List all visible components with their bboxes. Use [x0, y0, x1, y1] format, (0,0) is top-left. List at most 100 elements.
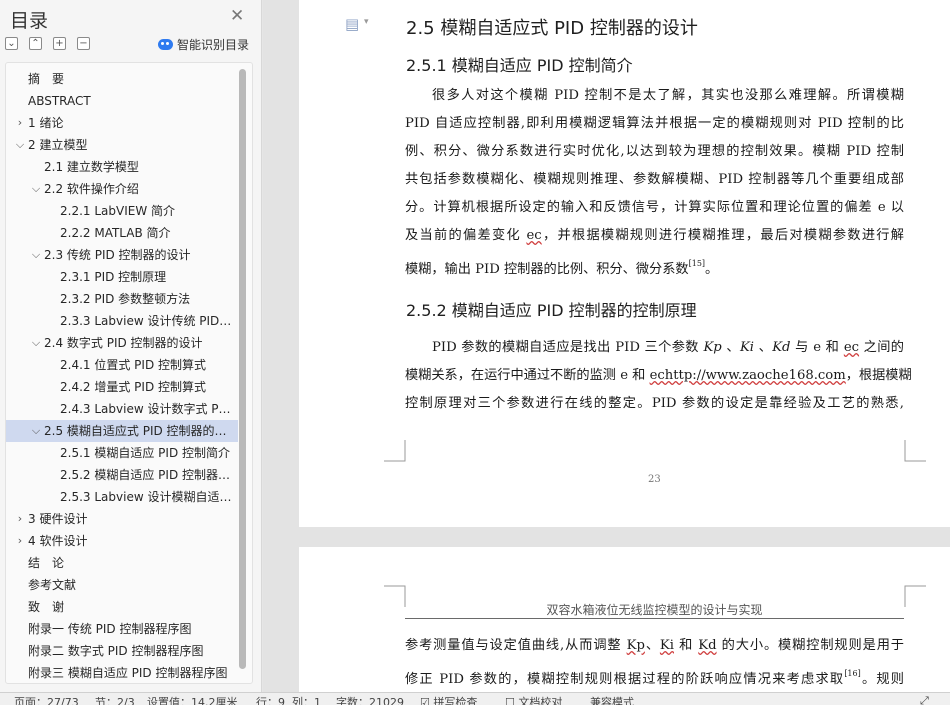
text-run: 和 — [673, 638, 699, 653]
text-run: 之间的 — [859, 340, 904, 355]
toc-item-label: ABSTRACT — [28, 94, 91, 108]
toc-item[interactable]: 2.2.2 MATLAB 简介 — [6, 222, 238, 244]
toc-item-label: 2.1 建立数学模型 — [44, 160, 139, 174]
remove-item-icon[interactable]: − — [77, 37, 90, 50]
toc-item[interactable]: ⌵ 2.4 数字式 PID 控制器的设计 — [6, 332, 238, 354]
status-doc-check[interactable]: ☐ 文档校对 — [505, 694, 562, 705]
toc-item[interactable]: 2.1 建立数学模型 — [6, 156, 238, 178]
chevron-down-icon[interactable]: ⌵ — [14, 134, 26, 156]
text-run-kd: Kd — [698, 638, 717, 653]
chevron-right-icon[interactable]: › — [14, 530, 26, 552]
status-page[interactable]: 页面：27/73 — [14, 694, 79, 705]
page-corner-mark — [384, 585, 406, 607]
toc-item[interactable]: ⌵ 2.2 软件操作介绍 — [6, 178, 238, 200]
toc-item[interactable]: 2.3.2 PID 参数整顿方法 — [6, 288, 238, 310]
toc-item[interactable]: ⌵ 2.3 传统 PID 控制器的设计 — [6, 244, 238, 266]
toc-item[interactable]: 2.5.2 模糊自适应 PID 控制器的控制原理 — [6, 464, 238, 486]
fullscreen-icon[interactable]: ⤢ — [920, 694, 929, 705]
text-run: 、 — [721, 340, 740, 355]
toc-item-label: 2.5.3 Labview 设计模糊自适应 PID 控制器 — [60, 490, 234, 504]
collapse-all-icon[interactable]: ⌄ — [5, 37, 18, 50]
paragraph-pid-intro: 很多人对这个模糊 PID 控制不是太了解，其实也没那么难理解。所谓模糊 PID … — [405, 82, 904, 284]
chevron-right-icon[interactable]: › — [14, 508, 26, 530]
toc-item[interactable]: 2.4.3 Labview 设计数字式 PID 控制器 — [6, 398, 238, 420]
math-kd: Kd — [772, 340, 791, 355]
toc-item[interactable]: 结 论 — [6, 552, 238, 574]
add-item-icon[interactable]: + — [53, 37, 66, 50]
toc-item[interactable]: 2.3.1 PID 控制原理 — [6, 266, 238, 288]
smart-toc-button[interactable]: 智能识别目录 — [158, 36, 249, 53]
expand-all-icon[interactable]: ⌃ — [29, 37, 42, 50]
paragraph-page24: 参考测量值与设定值曲线,从而调整 Kp、Ki 和 Kd 的大小。模糊控制规则是用… — [405, 632, 904, 692]
text-run: PID 参数的模糊自适应是找出 PID 三个参数 — [432, 340, 704, 355]
toc-item[interactable]: 附录三 模糊自适应 PID 控制器程序图 — [6, 662, 238, 683]
toc-item[interactable]: 参考文献 — [6, 574, 238, 596]
page-corner-mark — [904, 440, 926, 462]
toc-item-label: 2.4.1 位置式 PID 控制算式 — [60, 358, 206, 372]
toc-list: 摘 要 ABSTRACT › 1 绪论 ⌵ 2 建立模型 2.1 建立数学模型 ⌵ 2.2 软件… — [6, 68, 238, 683]
smart-toc-label: 智能识别目录 — [177, 38, 250, 52]
toc-item-label: 2.5 模糊自适应式 PID 控制器的设计 — [44, 424, 234, 438]
document-outline-icon[interactable]: ▤ — [345, 15, 359, 33]
status-compat: 兼容模式 — [590, 696, 634, 705]
math-kp: Kp — [703, 340, 722, 355]
text-run-ec: ec — [843, 340, 860, 355]
toc-list-container: 摘 要 ABSTRACT › 1 绪论 ⌵ 2 建立模型 2.1 建立数学模型 ⌵ 2.2 软件… — [5, 62, 253, 684]
close-icon[interactable]: ✕ — [230, 6, 244, 26]
toc-item[interactable]: › 1 绪论 — [6, 112, 238, 134]
toc-scrollbar[interactable] — [239, 69, 246, 669]
toc-item[interactable]: › 4 软件设计 — [6, 530, 238, 552]
status-spell[interactable]: ☑ 拼写检查 — [420, 694, 477, 705]
text-run: 。 — [705, 262, 719, 277]
toc-item[interactable]: 附录一 传统 PID 控制器程序图 — [6, 618, 238, 640]
chevron-down-icon[interactable]: ▾ — [364, 17, 369, 27]
chevron-down-icon[interactable]: ⌵ — [30, 178, 42, 200]
text-run: 参考测量值与设定值曲线,从而调整 — [405, 638, 627, 653]
text-line: 模糊，输出 PID 控制器的比例、积分、微分系数[15]。 — [405, 256, 904, 284]
toc-item[interactable]: 附录二 数字式 PID 控制器程序图 — [6, 640, 238, 662]
chevron-down-icon[interactable]: ⌵ — [30, 244, 42, 266]
text-line: 修正 PID 参数的，模糊控制规则根据过程的阶跃响应情况来考虑求取[16]。规则 — [405, 666, 904, 692]
status-col: 列：1 — [292, 696, 321, 705]
toc-item[interactable]: ABSTRACT — [6, 90, 238, 112]
text-run: 模糊关系，在运行中通过不断的监测 e 和 — [405, 368, 650, 383]
page-corner-mark — [384, 440, 406, 462]
page-corner-mark — [904, 585, 926, 607]
toc-item-label: 致 谢 — [28, 600, 65, 614]
toc-item[interactable]: › 3 硬件设计 — [6, 508, 238, 530]
document-area[interactable]: ▤ ▾ 2.5 模糊自适应式 PID 控制器的设计 2.5.1 模糊自适应 PI… — [263, 0, 950, 692]
chevron-down-icon[interactable]: ⌵ — [30, 332, 42, 354]
toc-item-label: 2.4.3 Labview 设计数字式 PID 控制器 — [60, 402, 234, 416]
chevron-right-icon[interactable]: › — [14, 112, 26, 134]
spellcheck-icon: ☑ — [420, 696, 434, 705]
toc-item[interactable]: 2.2.1 LabVIEW 简介 — [6, 200, 238, 222]
toc-item-label: 2.3.3 Labview 设计传统 PID 控制器 — [60, 314, 234, 328]
text-run: 及当前的偏差变化 — [405, 228, 527, 243]
doc-check-icon: ☐ — [505, 696, 519, 705]
toc-item[interactable]: 2.5.1 模糊自适应 PID 控制简介 — [6, 442, 238, 464]
toc-item[interactable]: 2.3.3 Labview 设计传统 PID 控制器 — [6, 310, 238, 332]
header-rule — [405, 618, 904, 619]
running-header: 双容水箱液位无线监控模型的设计与实现 — [546, 603, 763, 617]
toc-item[interactable]: ⌵ 2 建立模型 — [6, 134, 238, 156]
toc-item-label: 2.5.1 模糊自适应 PID 控制简介 — [60, 446, 230, 460]
smart-recognize-icon — [158, 39, 173, 50]
toc-item-label: 摘 要 — [28, 72, 65, 86]
toc-item-label: 2.4 数字式 PID 控制器的设计 — [44, 336, 203, 350]
toc-item-label: 结 论 — [28, 556, 65, 570]
toc-item[interactable]: 2.4.1 位置式 PID 控制算式 — [6, 354, 238, 376]
toc-item[interactable]: 2.4.2 增量式 PID 控制算式 — [6, 376, 238, 398]
toc-item-label: 附录二 数字式 PID 控制器程序图 — [28, 644, 204, 658]
toc-pane: 目录 ✕ ⌄ ⌃ + − 智能识别目录 摘 要 ABSTRACT › 1 绪论 ⌵ 2 建… — [0, 0, 262, 692]
wps-document-window: 目录 ✕ ⌄ ⌃ + − 智能识别目录 摘 要 ABSTRACT › 1 绪论 ⌵ 2 建… — [0, 0, 950, 705]
text-run: 。规则 — [860, 672, 904, 687]
status-doc-check-label: 文档校对 — [518, 696, 563, 705]
status-words[interactable]: 字数：21029 — [336, 694, 404, 705]
text-run: 、 — [754, 340, 773, 355]
toc-item[interactable]: ⌵ 2.5 模糊自适应式 PID 控制器的设计 — [6, 420, 238, 442]
text-run-link: echttp://www.zaoche168.com — [649, 368, 846, 383]
toc-item[interactable]: 2.5.3 Labview 设计模糊自适应 PID 控制器 — [6, 486, 238, 508]
toc-item[interactable]: 致 谢 — [6, 596, 238, 618]
chevron-down-icon[interactable]: ⌵ — [30, 420, 42, 442]
toc-item[interactable]: 摘 要 — [6, 68, 238, 90]
